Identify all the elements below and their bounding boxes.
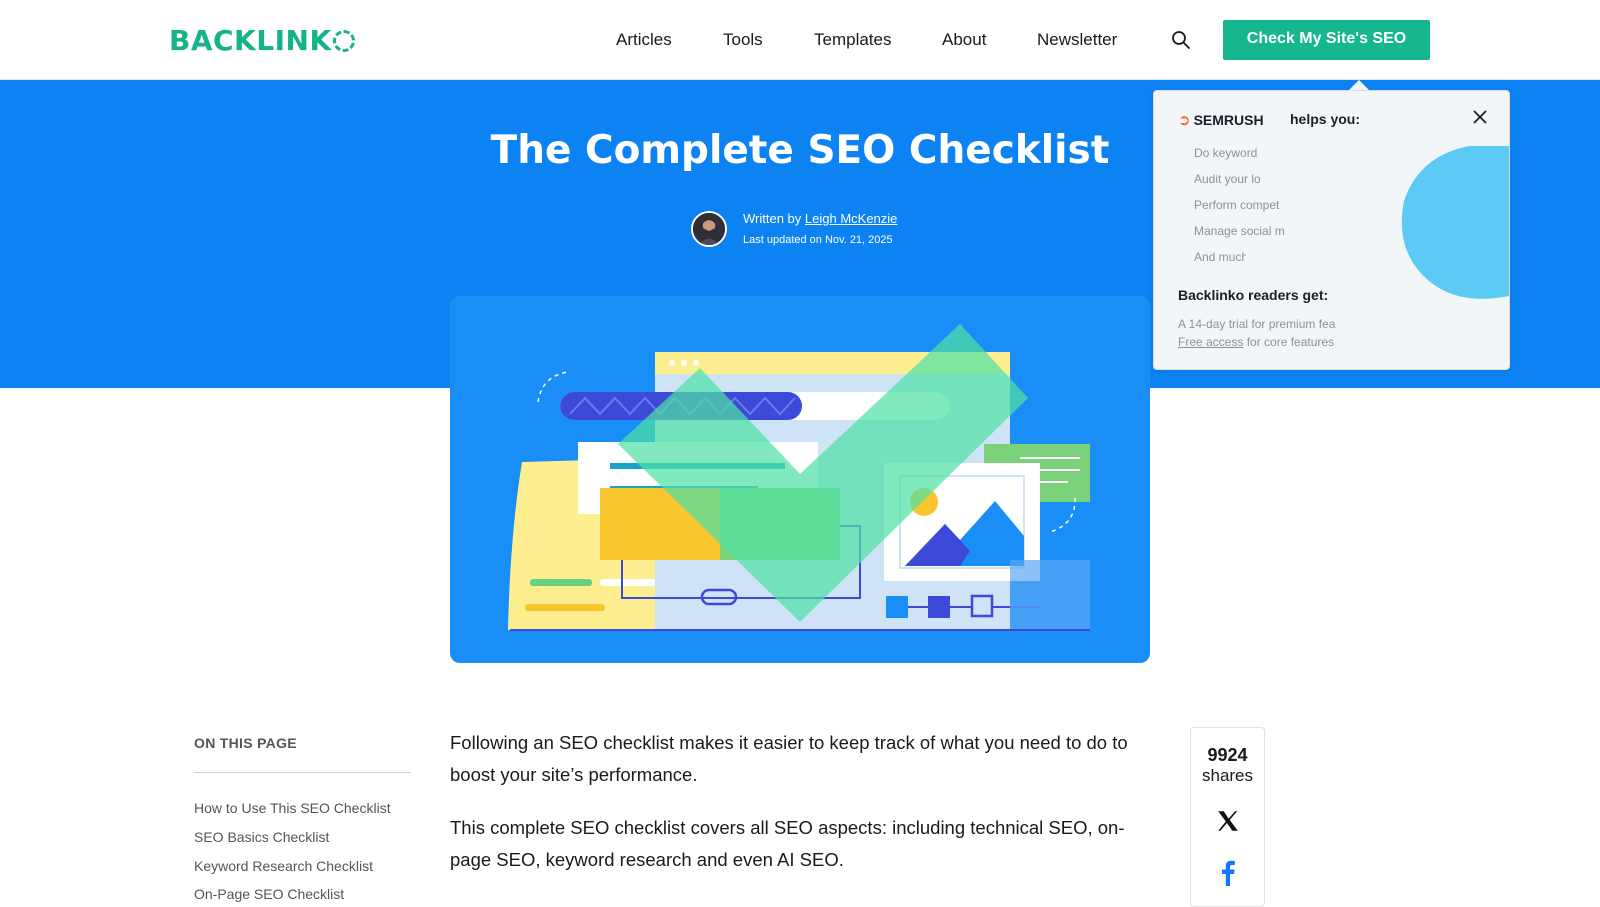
toc-title: ON THIS PAGE <box>194 735 297 751</box>
nav-templates[interactable]: Templates <box>814 30 891 50</box>
nav-articles[interactable]: Articles <box>616 30 672 50</box>
author-avatar[interactable] <box>691 211 727 247</box>
readers-line-free: Free access for core features <box>1178 335 1346 349</box>
toc-item[interactable]: SEO Basics Checklist <box>194 829 329 845</box>
x-icon[interactable] <box>1215 808 1241 834</box>
check-my-site-seo-button[interactable]: Check My Site's SEO <box>1223 20 1430 60</box>
semrush-popup: ➲ SEMRUSH helps you: Do keyword Audit you… <box>1153 90 1510 370</box>
backlinko-logo[interactable]: BACKLINK <box>169 24 355 57</box>
free-access-link[interactable]: Free access <box>1178 335 1243 349</box>
logo-text: BACKLINK <box>169 24 332 57</box>
semrush-flame-icon: ➲ <box>1178 112 1191 129</box>
helps-item: Manage social m <box>1194 224 1285 238</box>
readers-heading: Backlinko readers get: <box>1178 287 1329 303</box>
written-by-label: Written by <box>743 211 802 226</box>
free-access-rest: for core features <box>1246 335 1335 349</box>
decorative-blob <box>1401 146 1509 299</box>
toc-item[interactable]: Keyword Research Checklist <box>194 858 373 874</box>
helps-item: Do keyword <box>1194 146 1258 160</box>
last-updated: Last updated on Nov. 21, 2025 <box>743 234 893 246</box>
author-link[interactable]: Leigh McKenzie <box>805 211 898 226</box>
helps-item: Perform compet <box>1194 198 1280 212</box>
share-label: shares <box>1201 766 1254 785</box>
nav-tools[interactable]: Tools <box>723 30 763 50</box>
popup-helps-heading: helps you: <box>1290 111 1361 127</box>
helps-item: Audit your lo <box>1194 172 1261 186</box>
hero-illustration <box>450 296 1150 663</box>
author-byline: Written by Leigh McKenzie <box>743 211 897 226</box>
nav-about[interactable]: About <box>942 30 986 50</box>
semrush-logo: ➲ SEMRUSH <box>1178 111 1264 129</box>
readers-line-trial: A 14-day trial for premium fea <box>1178 317 1336 331</box>
share-widget: 9924 shares <box>1190 727 1265 907</box>
toc-item[interactable]: How to Use This SEO Checklist <box>194 800 391 816</box>
logo-o-mark <box>332 30 355 52</box>
nav-newsletter[interactable]: Newsletter <box>1037 30 1117 50</box>
helps-item: And much <box>1194 250 1246 264</box>
share-count: 9924 <box>1207 745 1248 765</box>
close-icon[interactable] <box>1472 109 1488 125</box>
article-paragraph: This complete SEO checklist covers all S… <box>450 817 1125 870</box>
toc-divider <box>194 772 411 773</box>
semrush-brand: SEMRUSH <box>1193 112 1264 128</box>
facebook-icon[interactable] <box>1217 858 1239 886</box>
site-header: BACKLINK Articles Tools Templates About … <box>0 0 1600 80</box>
article-paragraph: Following an SEO checklist makes it easi… <box>450 732 1128 785</box>
search-icon[interactable] <box>1171 30 1191 50</box>
